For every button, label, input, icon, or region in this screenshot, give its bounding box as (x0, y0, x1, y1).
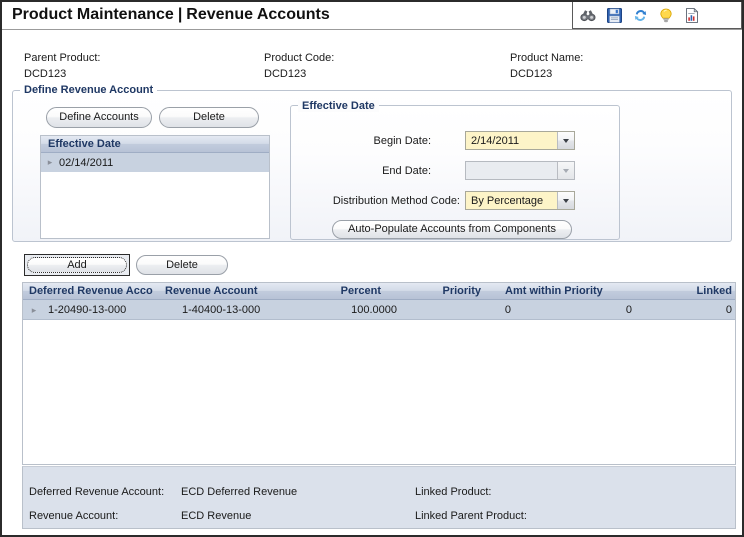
refresh-icon[interactable] (631, 6, 649, 24)
cell-amt-within-priority: 0 (625, 303, 632, 316)
distribution-method-value: By Percentage (471, 194, 544, 207)
lightbulb-icon[interactable] (657, 6, 675, 24)
effective-date-value: 02/14/2011 (59, 156, 114, 169)
detail-panel: Deferred Revenue Account: ECD Deferred R… (22, 466, 736, 529)
grid-column-linked[interactable]: Linked (623, 285, 732, 297)
distribution-method-dropdown-button[interactable] (557, 192, 574, 209)
revenue-accounts-grid[interactable]: Deferred Revenue Acco Revenue Account Pe… (22, 282, 736, 465)
distribution-method-label: Distribution Method Code: (332, 195, 460, 207)
report-icon[interactable] (683, 6, 701, 24)
detail-linked-parent-product-label: Linked Parent Product: (415, 510, 527, 522)
page-title: Product Maintenance | Revenue Accounts (12, 6, 330, 24)
detail-revenue-account-label: Revenue Account: (29, 510, 119, 522)
parent-product-label: Parent Product: (24, 52, 101, 64)
define-accounts-delete-button[interactable]: Delete (159, 107, 259, 128)
product-name-value: DCD123 (510, 68, 553, 80)
auto-populate-accounts-button[interactable]: Auto-Populate Accounts from Components (332, 220, 572, 239)
cell-priority: 0 (504, 303, 511, 316)
effective-date-list[interactable]: Effective Date ▸ 02/14/2011 (40, 135, 270, 239)
begin-date-label: Begin Date: (373, 135, 431, 147)
define-revenue-account-legend: Define Revenue Account (20, 84, 158, 96)
cell-deferred-revenue-account: 1-20490-13-000 (48, 303, 127, 316)
product-code-label: Product Code: (264, 52, 335, 64)
grid-column-deferred-revenue-account[interactable]: Deferred Revenue Acco (29, 285, 153, 297)
distribution-method-select[interactable]: By Percentage (465, 191, 575, 210)
page-title-main: Product Maintenance (12, 6, 174, 23)
grid-column-amt-within-priority[interactable]: Amt within Priority (505, 285, 603, 297)
grid-column-percent[interactable]: Percent (291, 285, 381, 297)
save-icon[interactable] (605, 6, 623, 24)
add-button-focus-ring: Add (24, 254, 130, 276)
table-row[interactable]: ▸ 1-20490-13-000 1-40400-13-000 100.0000… (23, 300, 735, 320)
end-date-value (466, 162, 557, 179)
product-name-label: Product Name: (510, 52, 584, 64)
detail-linked-product-label: Linked Product: (415, 486, 492, 498)
application-window: Product Maintenance | Revenue Accounts P… (0, 0, 744, 537)
cell-linked: 0 (725, 303, 732, 316)
detail-revenue-account-value: ECD Revenue (181, 510, 252, 522)
effective-date-list-header: Effective Date (41, 136, 269, 153)
parent-product-value: DCD123 (24, 68, 67, 80)
page-title-separator: | (177, 6, 183, 23)
add-button[interactable]: Add (27, 257, 127, 273)
list-item[interactable]: ▸ 02/14/2011 (41, 153, 269, 172)
end-date-dropdown-button[interactable] (557, 162, 574, 179)
begin-date-value: 2/14/2011 (471, 134, 520, 147)
end-date-input[interactable] (465, 161, 575, 180)
grid-header-row: Deferred Revenue Acco Revenue Account Pe… (23, 283, 735, 300)
toolbar (572, 2, 742, 29)
chevron-down-icon (563, 168, 569, 173)
effective-date-legend: Effective Date (298, 100, 379, 112)
chevron-down-icon (563, 198, 569, 203)
end-date-label: End Date: (382, 165, 431, 177)
page-title-sub: Revenue Accounts (186, 6, 330, 23)
grid-delete-button[interactable]: Delete (136, 255, 228, 275)
grid-column-revenue-account[interactable]: Revenue Account (165, 285, 258, 297)
product-code-value: DCD123 (264, 68, 307, 80)
cell-percent: 100.0000 (351, 303, 397, 316)
detail-deferred-revenue-account-value: ECD Deferred Revenue (181, 486, 298, 498)
begin-date-input[interactable]: 2/14/2011 (465, 131, 575, 150)
grid-column-priority[interactable]: Priority (403, 285, 481, 297)
detail-deferred-revenue-account-label: Deferred Revenue Account: (29, 486, 165, 498)
row-selector-caret-icon: ▸ (31, 305, 37, 315)
chevron-down-icon (563, 138, 569, 143)
cell-revenue-account: 1-40400-13-000 (182, 303, 261, 316)
define-accounts-button[interactable]: Define Accounts (46, 107, 152, 128)
row-selector-caret-icon: ▸ (47, 157, 53, 167)
binoculars-icon[interactable] (579, 6, 597, 24)
begin-date-dropdown-button[interactable] (557, 132, 574, 149)
